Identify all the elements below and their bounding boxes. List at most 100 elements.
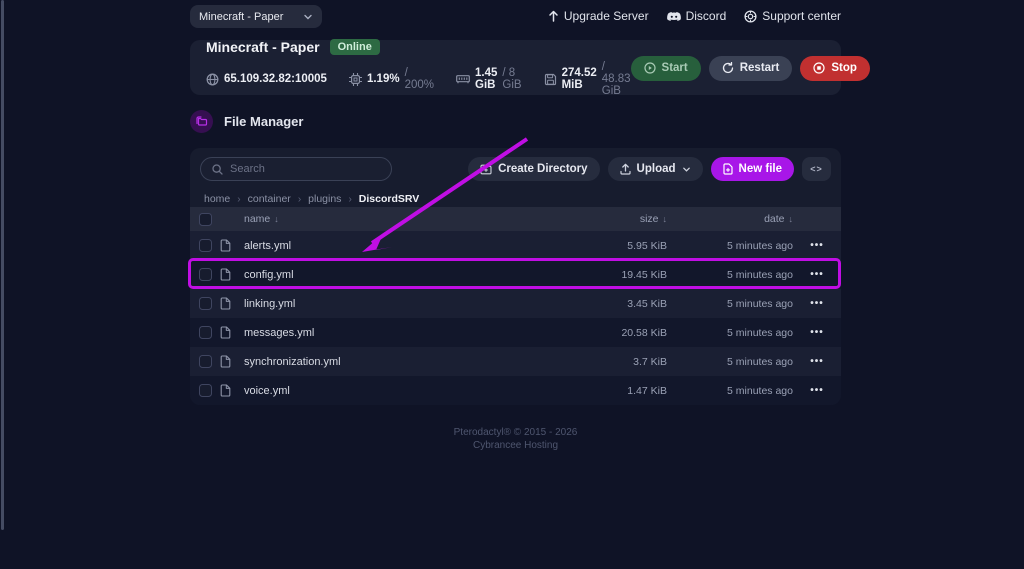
refresh-icon — [722, 62, 734, 74]
row-menu-button[interactable]: ••• — [793, 240, 841, 251]
restart-button[interactable]: Restart — [708, 55, 793, 81]
server-selector-label: Minecraft - Paper — [199, 10, 284, 23]
column-header-date[interactable]: date ↓ — [667, 213, 793, 225]
stop-button[interactable]: Stop — [800, 55, 870, 81]
row-checkbox[interactable] — [198, 326, 212, 339]
file-row[interactable]: linking.yml 3.45 KiB 5 minutes ago ••• — [190, 289, 841, 318]
file-size: 3.7 KiB — [633, 355, 667, 368]
sort-arrow-icon: ↓ — [788, 214, 794, 224]
row-menu-button[interactable]: ••• — [793, 327, 841, 338]
file-manager-header: File Manager — [190, 110, 303, 133]
file-name[interactable]: config.yml — [244, 269, 537, 281]
file-name[interactable]: linking.yml — [244, 298, 537, 310]
server-ip: 65.109.32.82:10005 — [224, 73, 327, 85]
memory-value: 1.45 GiB — [475, 67, 498, 91]
new-file-label: New file — [738, 163, 782, 175]
file-row[interactable]: messages.yml 20.58 KiB 5 minutes ago ••• — [190, 318, 841, 347]
breadcrumb-plugins[interactable]: plugins — [308, 193, 341, 205]
column-header-name[interactable]: name ↓ — [244, 213, 537, 225]
support-center-label: Support center — [762, 9, 841, 23]
search-input[interactable] — [230, 163, 360, 175]
file-table-header: name ↓ size ↓ date ↓ — [190, 207, 841, 231]
upload-icon — [619, 163, 631, 175]
row-checkbox[interactable] — [198, 355, 212, 368]
file-icon — [220, 297, 231, 310]
upgrade-server-label: Upgrade Server — [563, 9, 649, 23]
arrow-up-icon — [548, 10, 559, 22]
sort-arrow-icon: ↓ — [274, 214, 279, 224]
server-title: Minecraft - Paper — [206, 39, 320, 55]
code-editor-button[interactable]: <> — [802, 157, 831, 181]
play-circle-icon — [643, 62, 656, 74]
search-icon — [212, 163, 223, 175]
start-button[interactable]: Start — [630, 55, 701, 81]
file-row[interactable]: synchronization.yml 3.7 KiB 5 minutes ag… — [190, 347, 841, 376]
file-name[interactable]: alerts.yml — [244, 240, 537, 252]
file-name[interactable]: messages.yml — [244, 327, 537, 339]
discord-link[interactable]: Discord — [666, 9, 727, 23]
chevron-down-icon — [682, 165, 691, 174]
code-icon: <> — [810, 164, 823, 174]
cpu-value: 1.19% — [366, 73, 400, 85]
footer-copyright: Pterodactyl® © 2015 - 2026 — [453, 427, 578, 438]
memory-stat: 1.45 GiB / 8 GiB — [456, 67, 522, 91]
start-label: Start — [661, 62, 688, 74]
footer: Pterodactyl® © 2015 - 2026 Cybrancee Hos… — [190, 427, 841, 452]
cpu-stat: 1.19% / 200% — [348, 67, 434, 91]
breadcrumb-separator: › — [237, 193, 241, 205]
breadcrumb-container[interactable]: container — [248, 193, 291, 205]
discord-label: Discord — [685, 9, 727, 23]
breadcrumb: home › container › plugins › DiscordSRV — [204, 193, 419, 205]
column-header-size[interactable]: size ↓ — [537, 213, 667, 225]
row-checkbox[interactable] — [198, 239, 212, 252]
disk-limit: / 48.83 GiB — [601, 61, 631, 97]
breadcrumb-current: DiscordSRV — [358, 193, 420, 205]
globe-icon — [206, 73, 219, 86]
row-checkbox[interactable] — [198, 297, 212, 310]
file-toolbar: Create Directory Upload New file <> — [190, 148, 841, 190]
file-row[interactable]: alerts.yml 5.95 KiB 5 minutes ago ••• — [190, 231, 841, 260]
breadcrumb-home[interactable]: home — [204, 193, 230, 205]
row-menu-button[interactable]: ••• — [793, 269, 841, 280]
row-menu-button[interactable]: ••• — [793, 356, 841, 367]
file-icon — [220, 326, 231, 339]
server-address-stat: 65.109.32.82:10005 — [206, 73, 327, 86]
page-title: File Manager — [224, 114, 304, 129]
file-name[interactable]: synchronization.yml — [244, 356, 537, 368]
status-badge: Online — [329, 39, 380, 55]
memory-limit: / 8 GiB — [502, 67, 522, 91]
breadcrumb-separator: › — [297, 193, 302, 205]
file-size: 3.45 KiB — [627, 297, 667, 310]
create-directory-button[interactable]: Create Directory — [468, 157, 600, 181]
file-plus-icon — [722, 163, 733, 175]
sidebar-edge — [1, 0, 4, 530]
file-date: 5 minutes ago — [727, 326, 793, 339]
breadcrumb-separator: › — [348, 193, 352, 205]
create-directory-label: Create Directory — [498, 163, 588, 175]
server-selector-dropdown[interactable]: Minecraft - Paper — [190, 5, 322, 28]
row-checkbox[interactable] — [198, 268, 212, 281]
file-icon — [220, 355, 231, 368]
select-all-checkbox[interactable] — [198, 212, 212, 226]
stop-label: Stop — [831, 62, 857, 74]
file-size: 1.47 KiB — [627, 384, 667, 397]
disk-stat: 274.52 MiB / 48.83 GiB — [544, 61, 631, 97]
memory-icon — [456, 73, 470, 85]
file-table-body: alerts.yml 5.95 KiB 5 minutes ago ••• co… — [190, 231, 841, 405]
stop-circle-icon — [813, 62, 825, 74]
support-icon — [744, 9, 757, 23]
file-icon — [220, 268, 231, 281]
new-file-button[interactable]: New file — [710, 157, 794, 181]
upload-button[interactable]: Upload — [607, 157, 703, 181]
row-checkbox[interactable] — [198, 384, 212, 397]
file-row[interactable]: config.yml 19.45 KiB 5 minutes ago ••• — [190, 260, 841, 289]
row-menu-button[interactable]: ••• — [793, 385, 841, 396]
file-date: 5 minutes ago — [727, 268, 793, 281]
file-name[interactable]: voice.yml — [244, 385, 537, 397]
upgrade-server-link[interactable]: Upgrade Server — [548, 9, 649, 23]
restart-label: Restart — [739, 62, 780, 74]
row-menu-button[interactable]: ••• — [793, 298, 841, 309]
file-row[interactable]: voice.yml 1.47 KiB 5 minutes ago ••• — [190, 376, 841, 405]
search-box[interactable] — [200, 157, 392, 181]
support-center-link[interactable]: Support center — [744, 9, 841, 23]
